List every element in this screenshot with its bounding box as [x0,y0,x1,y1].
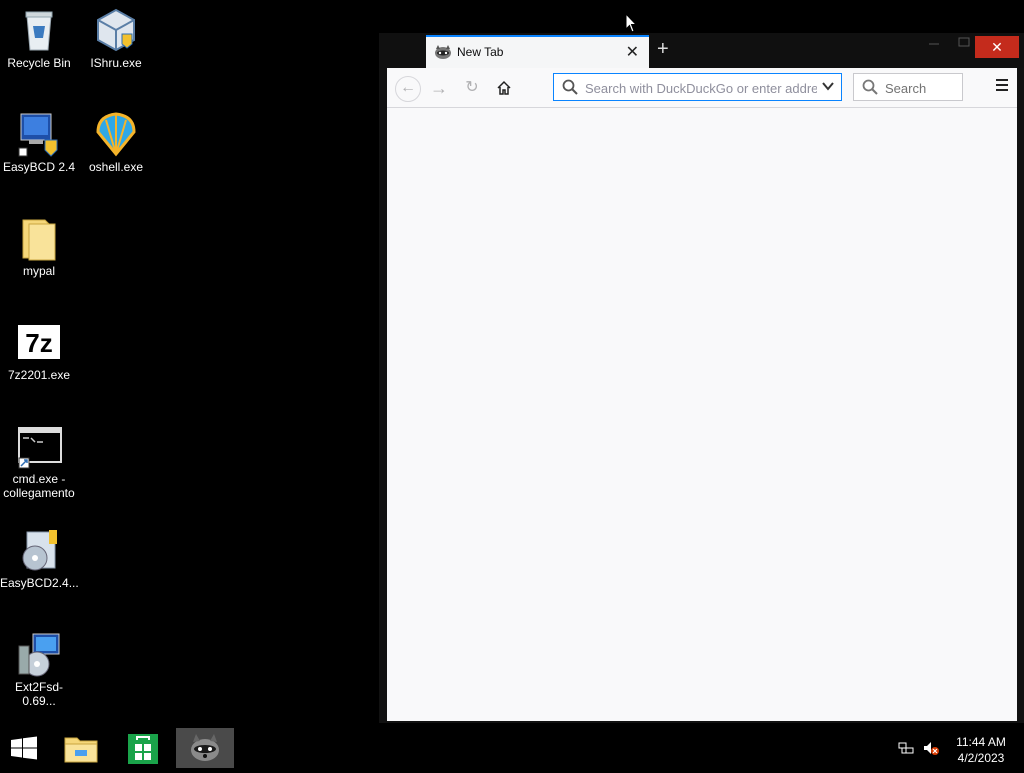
desktop-icon-label: EasyBCD 2.4 [2,160,76,174]
desktop-icon-mypal[interactable]: mypal [0,214,78,278]
easybcd-icon [15,110,63,158]
desktop-icon-cmd[interactable]: cmd.exe - collegamento [0,422,78,500]
shell-icon [92,110,140,158]
file-explorer-icon[interactable] [59,728,103,768]
start-button[interactable] [0,728,48,768]
reload-button[interactable]: ↻ [460,76,484,100]
virtualbox-icon [92,6,140,54]
minimize-button[interactable] [924,36,944,58]
browser-window: New Tab ✕ + ✕ ← → ↻ Search with DuckDuck… [379,33,1024,723]
desktop-icon-label: mypal [22,264,55,278]
taskbar: 11:44 AM 4/2/2023 [0,728,1024,768]
address-bar-placeholder: Search with DuckDuckGo or enter address [585,81,817,96]
network-icon[interactable] [897,740,915,756]
desktop-icon-easybcd[interactable]: EasyBCD 2.4 [0,110,78,174]
search-bar-placeholder: Search [885,81,927,96]
desktop-icon-ishru[interactable]: IShru.exe [77,6,155,70]
folder-icon [15,214,63,262]
tab-title: New Tab [457,45,504,59]
tab-new-tab[interactable]: New Tab ✕ [426,35,649,68]
desktop-icon-recycle-bin[interactable]: Recycle Bin [0,6,78,70]
7zip-icon: 7z [15,318,63,366]
desktop-icon-easybcd-installer[interactable]: EasyBCD2.4... [0,526,79,590]
desktop-icon-label: IShru.exe [90,56,142,70]
address-bar[interactable]: Search with DuckDuckGo or enter address [553,73,842,101]
clock-date: 4/2/2023 [957,751,1005,765]
back-button[interactable]: ← [395,76,421,102]
title-bar[interactable]: New Tab ✕ + ✕ [379,33,1024,68]
hamburger-menu-icon[interactable] [995,78,1009,92]
store-icon[interactable] [121,728,165,768]
new-tab-button[interactable]: + [657,38,669,61]
window-close-button[interactable]: ✕ [975,36,1019,58]
mypal-taskbar-icon[interactable] [176,728,234,768]
desktop-icon-label: 7z2201.exe [7,368,71,382]
svg-text:7z: 7z [25,328,52,358]
page-content[interactable] [387,108,1017,721]
desktop-icon-label: Recycle Bin [7,56,71,70]
search-bar[interactable]: Search [853,73,963,101]
taskbar-clock[interactable]: 11:44 AM 4/2/2023 [950,734,1012,766]
navigation-toolbar: ← → ↻ Search with DuckDuckGo or enter ad… [387,68,1017,108]
search-icon [862,79,878,95]
mypal-favicon-icon [434,44,452,60]
desktop-icon-7zip[interactable]: 7z 7z2201.exe [0,318,78,382]
maximize-button[interactable] [954,36,974,58]
installer-icon [15,526,63,574]
clock-time: 11:44 AM [956,735,1006,749]
desktop-icon-label: Ext2Fsd-0.69... [14,680,63,708]
installer-icon [15,630,63,678]
desktop-icon-label: cmd.exe - collegamento [3,472,75,500]
recycle-bin-icon [15,6,63,54]
desktop-icon-label: oshell.exe [88,160,144,174]
forward-button[interactable]: → [427,76,451,100]
tab-close-icon[interactable]: ✕ [626,42,639,62]
command-prompt-icon [15,422,63,470]
mouse-cursor-icon [625,12,638,33]
volume-muted-icon[interactable] [922,740,940,756]
desktop-icon-oshell[interactable]: oshell.exe [77,110,155,174]
desktop-icon-ext2fsd[interactable]: Ext2Fsd-0.69... [0,630,78,708]
desktop-icon-label: EasyBCD2.4... [0,576,79,590]
chevron-down-icon[interactable] [821,79,835,96]
home-button[interactable] [492,76,516,100]
search-icon [562,79,578,95]
